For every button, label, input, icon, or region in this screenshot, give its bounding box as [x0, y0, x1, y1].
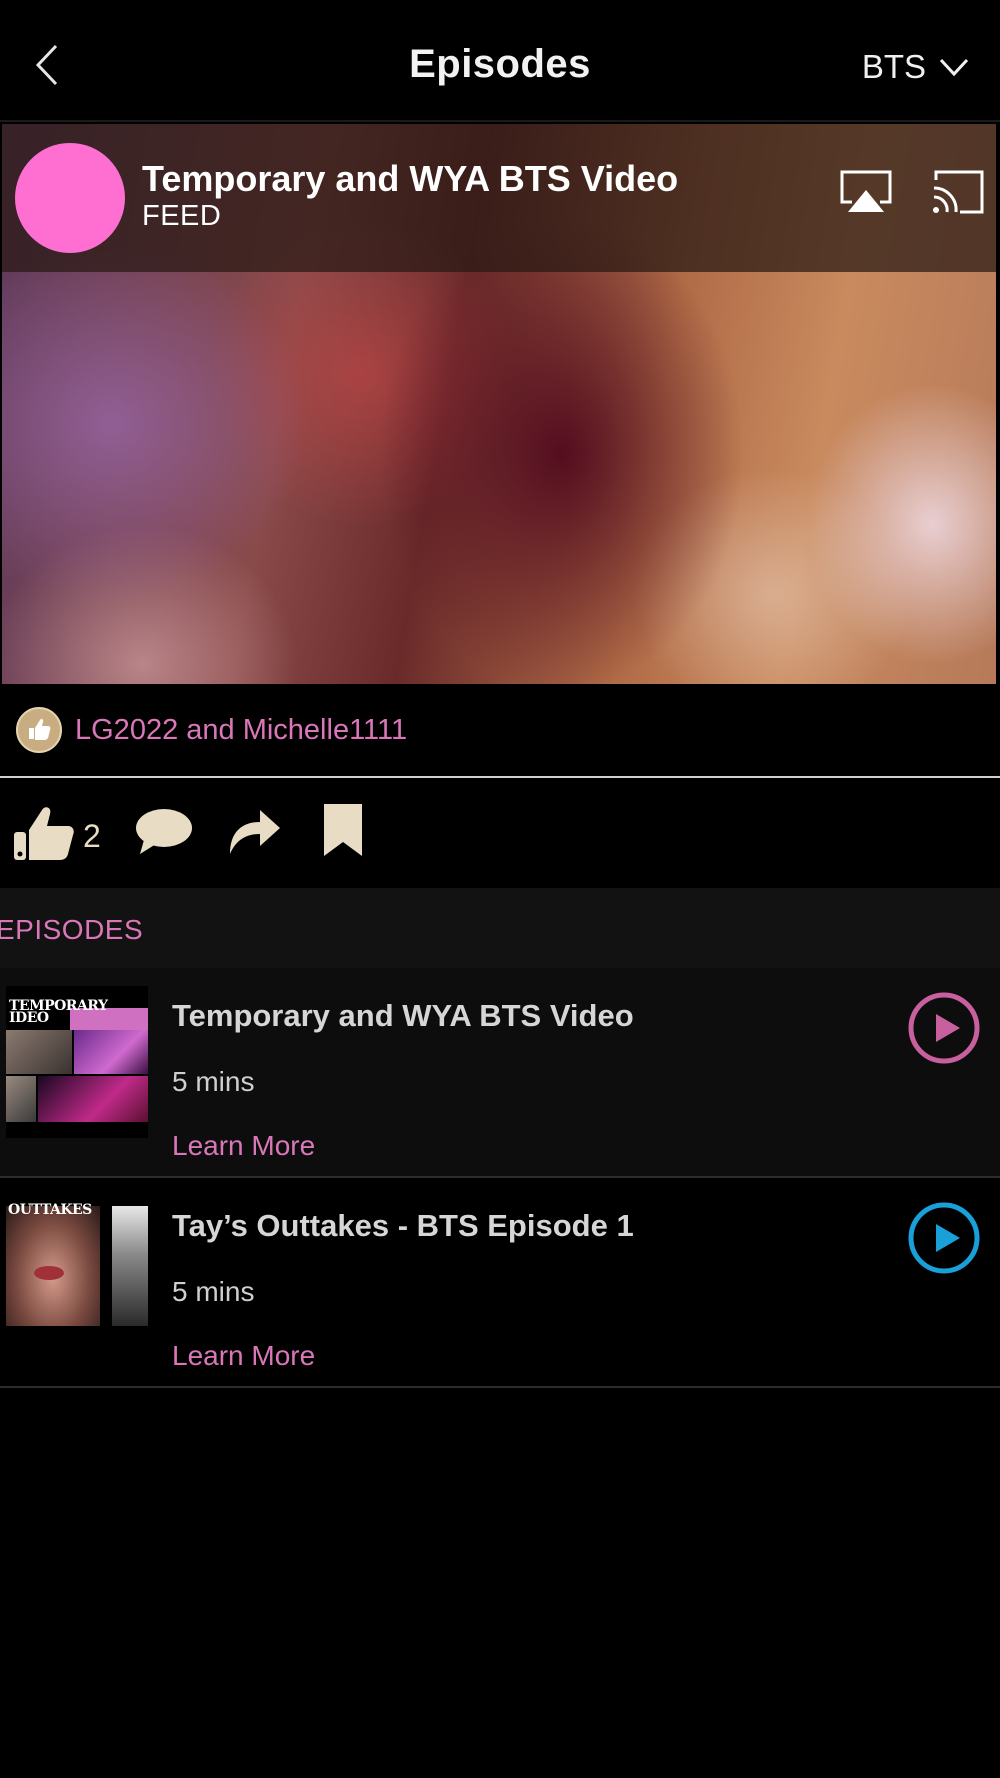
play-circle-icon[interactable]	[906, 1200, 982, 1276]
episode-thumbnail-caption: OUTTAKES	[8, 1202, 92, 1218]
episode-thumbnail-caption: TEMPORARY IDEO	[9, 998, 108, 1026]
liked-by-row: LG2022 and Michelle1111	[0, 686, 1000, 778]
episode-list-item[interactable]: OUTTAKES Tay’s Outtakes - BTS Episode 1 …	[0, 1178, 1000, 1388]
episode-thumbnail: TEMPORARY IDEO	[6, 986, 148, 1138]
comment-icon[interactable]	[134, 806, 194, 856]
episode-duration: 5 mins	[172, 1276, 255, 1307]
chevron-down-icon	[939, 58, 969, 77]
learn-more-link[interactable]: Learn More	[172, 1130, 315, 1162]
episode-duration: 5 mins	[172, 1066, 255, 1097]
episode-list-item[interactable]: TEMPORARY IDEO Temporary and WYA BTS Vid…	[0, 968, 1000, 1178]
episodes-section-label: EPISODES	[0, 914, 144, 945]
video-title: Temporary and WYA BTS Video	[142, 158, 679, 199]
play-circle-icon[interactable]	[906, 990, 982, 1066]
bookmark-icon[interactable]	[322, 802, 364, 858]
video-channel-name: FEED	[142, 200, 222, 232]
episode-thumbnail: OUTTAKES	[6, 1196, 148, 1348]
show-selector-dropdown[interactable]: BTS	[862, 48, 970, 86]
episode-title: Temporary and WYA BTS Video	[172, 998, 634, 1033]
video-info-bar: Temporary and WYA BTS Video FEED	[2, 124, 996, 272]
channel-avatar[interactable]	[15, 143, 125, 253]
episode-title: Tay’s Outtakes - BTS Episode 1	[172, 1208, 634, 1243]
action-bar: 2	[0, 778, 1000, 888]
like-count: 2	[83, 818, 101, 854]
page-title: Episodes	[409, 42, 591, 86]
learn-more-link[interactable]: Learn More	[172, 1340, 315, 1372]
video-player[interactable]: Temporary and WYA BTS Video FEED	[2, 124, 996, 684]
show-selector-label: BTS	[861, 48, 926, 85]
airplay-icon[interactable]	[838, 168, 894, 216]
thumbs-up-icon[interactable]	[12, 802, 76, 864]
episodes-section-header: EPISODES	[0, 888, 1000, 968]
thumbs-up-badge-icon	[16, 707, 62, 753]
liked-by-text[interactable]: LG2022 and Michelle1111	[75, 714, 407, 747]
share-icon[interactable]	[226, 802, 282, 858]
top-app-bar: Episodes BTS	[0, 0, 1000, 122]
cast-icon[interactable]	[930, 168, 986, 216]
